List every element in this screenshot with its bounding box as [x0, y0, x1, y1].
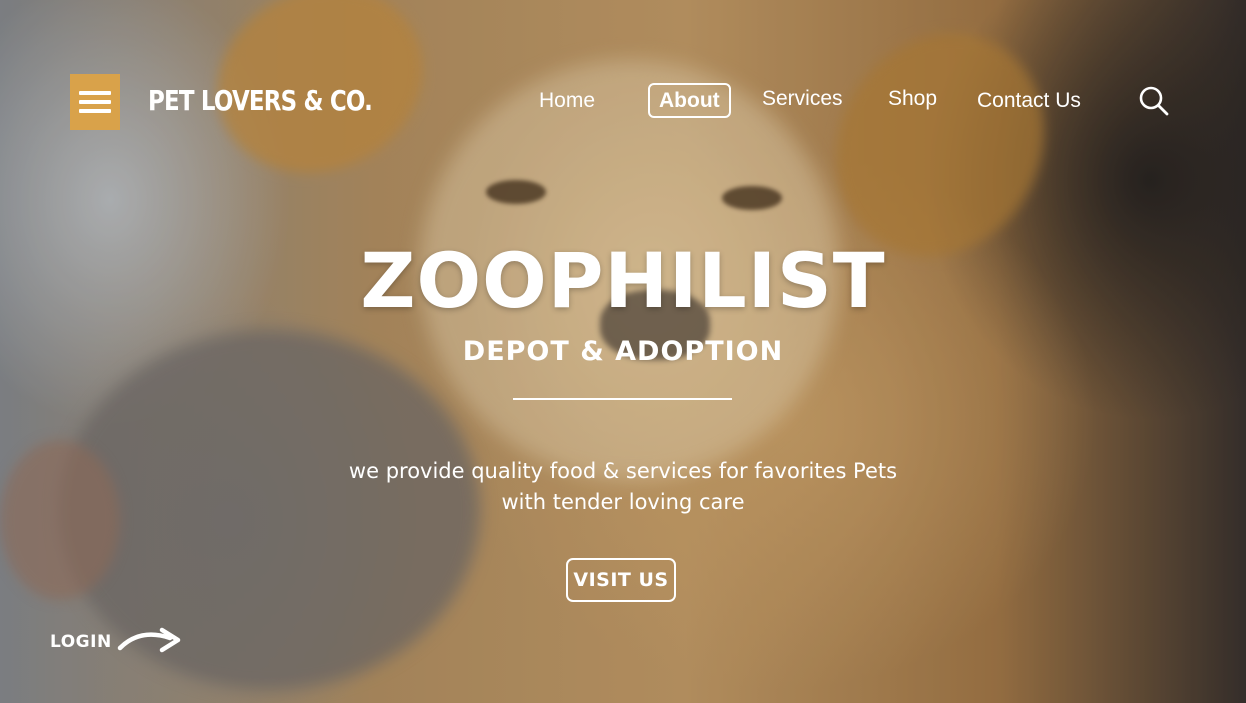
hero-divider: [513, 398, 732, 400]
nav-item-home[interactable]: Home: [539, 89, 595, 113]
login-link[interactable]: LOGIN: [50, 624, 186, 659]
hero-section: PET LOVERS & CO. Home About Services Sho…: [0, 0, 1246, 703]
curved-arrow-icon: [116, 624, 186, 659]
hero-subtitle: DEPOT & ADOPTION: [462, 336, 784, 367]
hamburger-menu-icon: [79, 100, 111, 104]
visit-us-button[interactable]: VISIT US: [566, 558, 676, 602]
hero-tagline-line: with tender loving care: [501, 490, 745, 514]
login-label: LOGIN: [50, 631, 112, 652]
nav-item-contact-us[interactable]: Contact Us: [977, 89, 1081, 113]
hero-title: ZOOPHILIST: [360, 236, 886, 325]
hamburger-menu-icon: [79, 91, 111, 95]
search-icon[interactable]: [1138, 85, 1170, 117]
hamburger-menu-button[interactable]: [70, 74, 120, 130]
hamburger-menu-icon: [79, 109, 111, 113]
nav-item-shop[interactable]: Shop: [888, 87, 937, 111]
brand-logo[interactable]: PET LOVERS & CO.: [148, 84, 373, 117]
hero-tagline-line: we provide quality food & services for f…: [348, 459, 898, 483]
nav-item-services[interactable]: Services: [762, 87, 843, 111]
nav-item-about[interactable]: About: [648, 83, 731, 118]
hero-tagline: we provide quality food & services for f…: [0, 456, 1246, 518]
